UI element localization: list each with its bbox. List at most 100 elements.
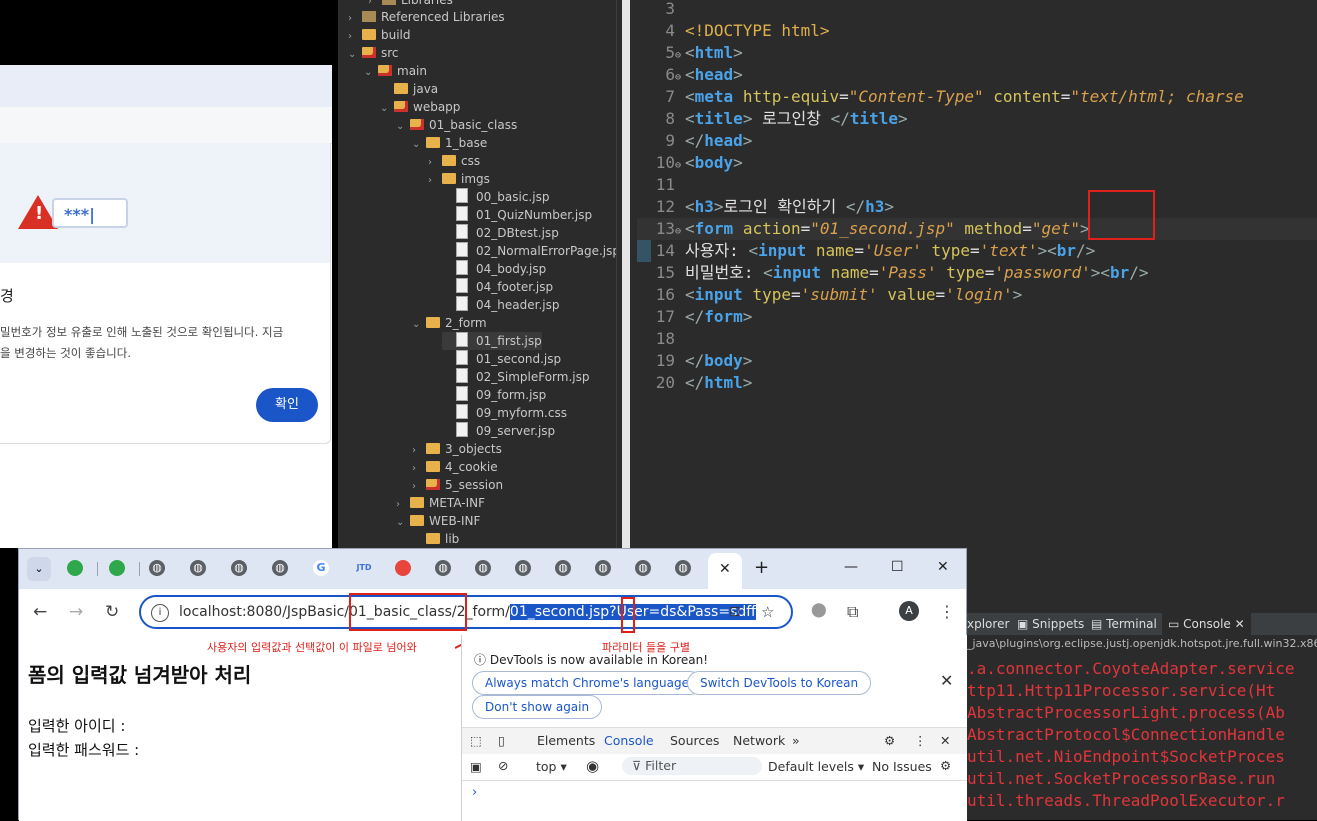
tab-globe-icon[interactable]: ◍	[231, 560, 247, 576]
tab-globe-icon[interactable]: ◍	[635, 560, 651, 576]
tree-item[interactable]: 09_myform.css	[442, 404, 567, 422]
extension-icon[interactable]: ⬤	[811, 602, 827, 618]
devtools-close-icon[interactable]: ✕	[940, 728, 950, 754]
bookmark-star-icon[interactable]: ☆	[761, 597, 774, 627]
tab-globe-icon[interactable]: ◍	[515, 560, 531, 576]
tab-globe-icon[interactable]: ◍	[435, 560, 451, 576]
tree-item[interactable]: ⌄ 1_base	[412, 134, 487, 152]
tree-item[interactable]: 01_QuizNumber.jsp	[442, 206, 592, 224]
tree-item[interactable]: ⌄ webapp	[380, 98, 460, 116]
tree-item[interactable]: 02_NormalErrorPage.jsp	[442, 242, 620, 260]
tree-item[interactable]: 09_server.jsp	[442, 422, 555, 440]
site-info-icon[interactable]: i	[151, 604, 169, 622]
chevron-down-icon[interactable]: ⌄	[396, 118, 410, 136]
dont-show-again-button[interactable]: Don't show again	[472, 695, 603, 719]
tree-item[interactable]: ⌄ src	[348, 44, 399, 62]
tree-item[interactable]: ⌄ 01_basic_class	[396, 116, 517, 134]
active-tab[interactable]: ✕	[708, 553, 742, 589]
tree-item[interactable]: › 5_session	[412, 476, 503, 494]
eye-icon[interactable]: ◉	[586, 757, 599, 775]
ok-button[interactable]: 확인	[256, 388, 318, 422]
settings-gear-icon[interactable]: ⚙	[884, 728, 895, 754]
tab-globe-icon[interactable]: ◍	[272, 560, 288, 576]
chevron-right-icon[interactable]: ›	[428, 172, 442, 190]
devtools-menu-icon[interactable]: ⋮	[914, 728, 927, 754]
more-tabs-icon[interactable]: »	[792, 728, 800, 754]
tab-favicon-tea-icon[interactable]	[109, 560, 125, 576]
window-close-icon[interactable]: ✕	[937, 559, 949, 575]
explorer-scroll-thumb[interactable]	[622, 0, 630, 548]
chevron-down-icon[interactable]: ⌄	[412, 316, 426, 334]
tree-item[interactable]: java	[380, 80, 438, 98]
tab-project-explorer[interactable]: xplorer	[967, 613, 1009, 635]
tree-item[interactable]: › 3_objects	[412, 440, 502, 458]
minimize-icon[interactable]: —	[844, 559, 858, 575]
tree-item[interactable]: › build	[348, 26, 411, 44]
log-levels-select[interactable]: Default levels ▾	[768, 759, 864, 774]
reload-icon[interactable]: ↻	[105, 602, 119, 622]
lens-icon[interactable]: ⊡	[729, 597, 741, 627]
tab-globe-icon[interactable]: ◍	[675, 560, 691, 576]
tree-item[interactable]: 04_footer.jsp	[442, 278, 553, 296]
back-arrow-icon[interactable]: ←	[33, 602, 47, 622]
chevron-down-icon[interactable]: ⌄	[396, 514, 410, 532]
tree-item[interactable]: 01_first.jsp	[442, 332, 542, 350]
sidebar-toggle-icon[interactable]: ▣	[470, 759, 482, 774]
tree-item[interactable]: ⌄ WEB-INF	[396, 512, 480, 530]
new-tab-icon[interactable]: +	[754, 557, 769, 578]
console-settings-gear-icon[interactable]: ⚙	[940, 758, 951, 773]
tab-google-icon[interactable]: G	[313, 560, 329, 576]
extensions-puzzle-icon[interactable]: ⧉	[847, 602, 858, 622]
close-tab-icon[interactable]: ✕	[719, 561, 731, 577]
tree-item[interactable]: › imgs	[428, 170, 490, 188]
tree-item[interactable]: › 4_cookie	[412, 458, 498, 476]
menu-kebab-icon[interactable]: ⋮	[939, 602, 955, 621]
tab-console[interactable]: Console	[604, 728, 654, 756]
tab-globe-icon[interactable]: ◍	[149, 560, 165, 576]
tree-item[interactable]: lib	[412, 530, 459, 548]
tree-item[interactable]: ⌄ 2_form	[412, 314, 487, 332]
tree-item[interactable]: 00_basic.jsp	[442, 188, 549, 206]
tab-globe-icon[interactable]: ◍	[555, 560, 571, 576]
tree-item[interactable]: 02_DBtest.jsp	[442, 224, 559, 242]
inspect-element-icon[interactable]: ⬚	[470, 728, 482, 754]
tab-red-icon[interactable]	[395, 560, 411, 576]
match-language-button[interactable]: Always match Chrome's language	[472, 671, 702, 695]
tab-network[interactable]: Network	[733, 728, 785, 754]
explorer-scrollbar[interactable]	[616, 0, 637, 548]
issues-counter[interactable]: No Issues	[872, 759, 932, 774]
tree-item[interactable]: 04_header.jsp	[442, 296, 559, 314]
notice-close-icon[interactable]: ✕	[940, 671, 953, 690]
tree-item[interactable]: ⌄ main	[364, 62, 427, 80]
tab-globe-icon[interactable]: ◍	[190, 560, 206, 576]
clear-console-icon[interactable]: ⊘	[498, 758, 508, 773]
tree-item[interactable]: 02_SimpleForm.jsp	[442, 368, 590, 386]
maximize-icon[interactable]: ☐	[891, 559, 904, 575]
chevron-down-icon[interactable]: ⌄	[380, 100, 394, 118]
device-toggle-icon[interactable]: ▯	[498, 728, 505, 754]
tab-search-button[interactable]: ⌄	[27, 557, 51, 581]
switch-korean-button[interactable]: Switch DevTools to Korean	[687, 671, 872, 695]
context-select[interactable]: top ▾	[536, 759, 567, 774]
tab-sources[interactable]: Sources	[670, 728, 719, 754]
tab-jtd-icon[interactable]: JTD	[354, 560, 374, 576]
filter-input[interactable]: ⊽ Filter	[622, 757, 762, 775]
console-prompt-icon[interactable]: ›	[472, 785, 477, 800]
code-editor[interactable]: 3 4 <!DOCTYPE html> 5⊖ <html> 6⊖ <head> 7 <m…	[637, 0, 1317, 585]
tree-item[interactable]: › Referenced Libraries	[348, 8, 505, 26]
tree-item[interactable]: › css	[428, 152, 480, 170]
tab-favicon-tea-icon[interactable]	[67, 560, 83, 576]
profile-avatar[interactable]: A	[899, 601, 919, 621]
tab-terminal[interactable]: ▤ Terminal	[1091, 613, 1157, 635]
tab-console[interactable]: ▭ Console ✕	[1162, 613, 1251, 635]
tree-item[interactable]: › META-INF	[396, 494, 485, 512]
chevron-down-icon[interactable]: ⌄	[412, 136, 426, 154]
tree-item[interactable]: 04_body.jsp	[442, 260, 546, 278]
close-icon[interactable]: ✕	[1235, 617, 1245, 631]
tab-elements[interactable]: Elements	[537, 728, 595, 754]
tab-snippets[interactable]: ▣ Snippets	[1017, 613, 1084, 635]
tab-globe-icon[interactable]: ◍	[475, 560, 491, 576]
chevron-down-icon[interactable]: ⌄	[364, 64, 378, 82]
tab-globe-icon[interactable]: ◍	[595, 560, 611, 576]
tree-item[interactable]: 09_form.jsp	[442, 386, 546, 404]
